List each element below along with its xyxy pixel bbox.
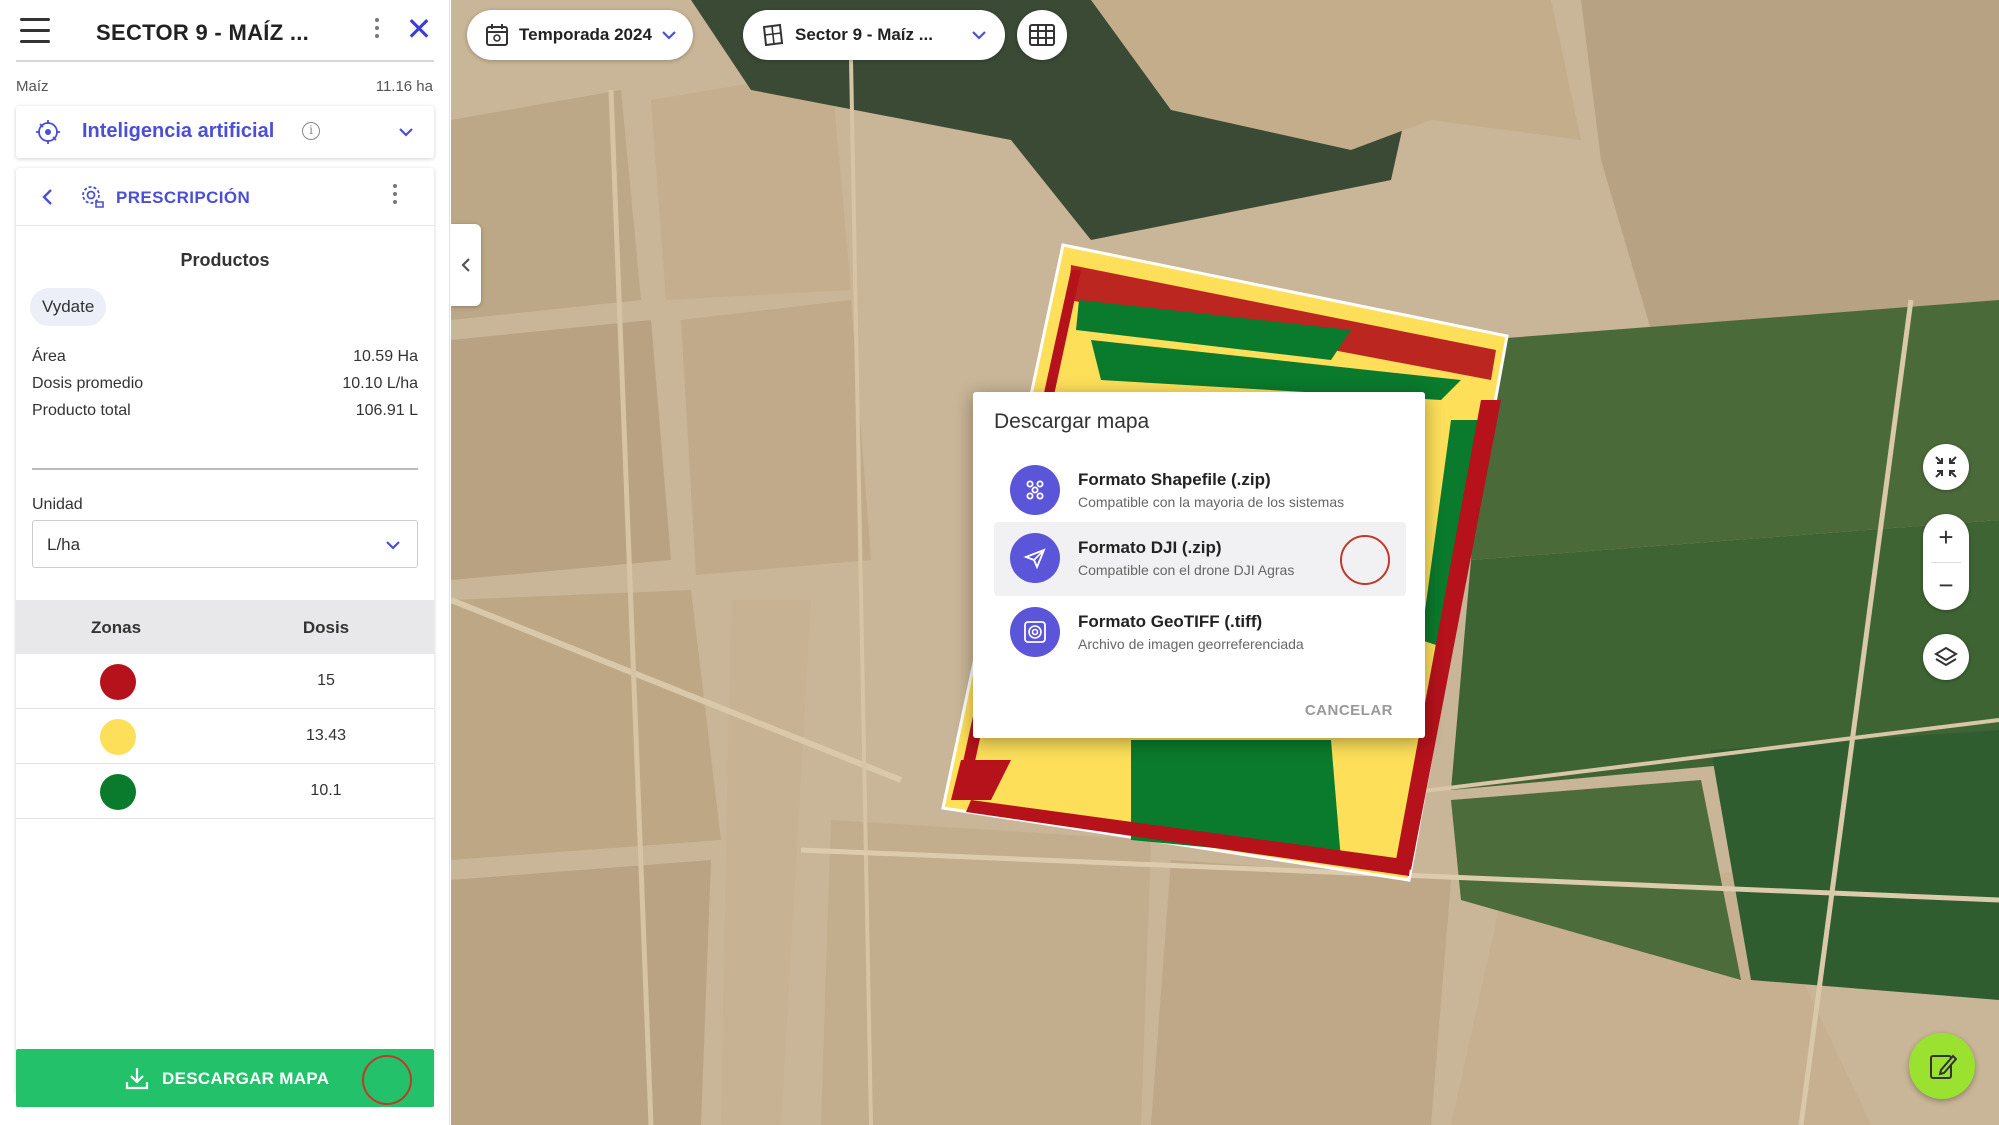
zone-color-green — [100, 774, 136, 810]
crop-name: Maíz — [16, 78, 49, 95]
download-map-dialog: Descargar mapa Formato Shapefile (.zip) … — [973, 392, 1425, 738]
download-icon — [125, 1068, 149, 1090]
stat-value: 106.91 L — [355, 402, 418, 419]
zone-dose: 15 — [317, 672, 335, 689]
field-area: 11.16 ha — [375, 78, 433, 95]
stat-value: 10.10 L/ha — [342, 375, 418, 392]
collapse-panel-button[interactable] — [451, 224, 481, 306]
zone-color-yellow — [100, 719, 136, 755]
dose-column-header: Dosis — [302, 618, 350, 637]
download-map-label: DESCARGAR MAPA — [162, 1069, 330, 1088]
zoom-out-button[interactable]: − — [1923, 562, 1969, 610]
hamburger-menu-icon[interactable] — [20, 18, 50, 44]
header-divider — [16, 60, 434, 62]
stat-value: 10.59 Ha — [353, 348, 418, 365]
back-arrow-icon[interactable] — [38, 186, 58, 208]
chevron-down-icon — [386, 541, 400, 550]
zone-dose: 13.43 — [305, 727, 347, 744]
close-icon[interactable]: ✕ — [404, 13, 434, 48]
option-dji[interactable]: Formato DJI (.zip) Compatible con el dro… — [994, 522, 1406, 596]
shapefile-icon — [1010, 465, 1060, 515]
field-label: Sector 9 - Maíz ... — [795, 25, 933, 44]
fit-bounds-button[interactable] — [1923, 444, 1969, 490]
zone-color-red — [100, 664, 136, 700]
sidebar-panel: SECTOR 9 - MAÍZ ... ✕ Maíz 11.16 ha Inte… — [0, 0, 450, 1125]
geotiff-icon — [1010, 607, 1060, 657]
edit-pencil-icon — [1930, 1054, 1957, 1079]
option-geotiff[interactable]: Formato GeoTIFF (.tiff) Archivo de image… — [994, 596, 1406, 670]
table-grid-icon — [1029, 24, 1055, 46]
table-view-button[interactable] — [1017, 10, 1067, 60]
field-selector[interactable]: Sector 9 - Maíz ... — [743, 10, 1005, 60]
stat-label: Área — [32, 348, 66, 365]
sidebar-header: SECTOR 9 - MAÍZ ... ✕ — [0, 0, 450, 64]
option-title: Formato Shapefile (.zip) — [1078, 470, 1271, 489]
stat-label: Dosis promedio — [32, 375, 144, 392]
option-shapefile[interactable]: Formato Shapefile (.zip) Compatible con … — [994, 454, 1406, 528]
calendar-icon — [486, 24, 508, 46]
click-highlight-ring — [362, 1055, 412, 1105]
table-row: 10.1 — [16, 764, 434, 819]
zoom-in-button[interactable]: + — [1923, 514, 1969, 562]
option-title: Formato DJI (.zip) — [1078, 538, 1222, 557]
collapse-arrows-icon — [1935, 456, 1957, 478]
download-map-button[interactable]: DESCARGAR MAPA — [16, 1049, 434, 1107]
layers-button[interactable] — [1923, 634, 1969, 680]
info-icon[interactable]: i — [302, 122, 320, 140]
more-options-icon[interactable] — [370, 18, 384, 46]
chevron-left-icon — [461, 258, 470, 272]
drone-icon — [1010, 533, 1060, 583]
option-subtitle: Archivo de imagen georreferenciada — [1078, 636, 1304, 652]
zone-dose: 10.1 — [310, 782, 342, 799]
chevron-down-icon — [662, 31, 676, 40]
season-selector[interactable]: Temporada 2024 — [467, 10, 693, 60]
chevron-down-icon — [399, 128, 413, 137]
field-map-icon — [762, 23, 784, 47]
option-subtitle: Compatible con la mayoria de los sistema… — [1078, 494, 1345, 510]
edit-fab-button[interactable] — [1909, 1033, 1975, 1099]
zones-column-header: Zonas — [90, 618, 142, 637]
chevron-down-icon — [972, 31, 986, 40]
prescription-panel: PRESCRIPCIÓN Productos Vydate Área 10.59… — [16, 168, 434, 1093]
ai-section-label: Inteligencia artificial — [82, 120, 275, 142]
option-subtitle: Compatible con el drone DJI Agras — [1078, 562, 1295, 578]
ai-brain-icon — [36, 120, 60, 144]
prescription-label: PRESCRIPCIÓN — [116, 188, 251, 207]
stat-label: Producto total — [32, 402, 131, 419]
unit-select[interactable]: L/ha — [32, 520, 418, 568]
zones-table-header: Zonas Dosis — [16, 600, 434, 654]
table-row: 13.43 — [16, 709, 434, 764]
products-title: Productos — [180, 250, 270, 270]
click-highlight-ring — [1340, 535, 1390, 585]
prescription-options-icon[interactable] — [388, 184, 402, 212]
unit-label: Unidad — [32, 496, 83, 513]
table-row: 15 — [16, 654, 434, 709]
layers-icon — [1934, 646, 1958, 667]
season-label: Temporada 2024 — [519, 25, 652, 44]
prescription-gear-icon — [82, 186, 104, 208]
zoom-control: + − — [1923, 514, 1969, 610]
product-chip[interactable]: Vydate — [30, 288, 107, 326]
unit-select-value: L/ha — [47, 535, 81, 554]
dialog-title: Descargar mapa — [994, 410, 1150, 433]
prescription-header: PRESCRIPCIÓN — [16, 168, 434, 226]
cancel-button[interactable]: CANCELAR — [1305, 702, 1393, 719]
stats-divider — [32, 468, 418, 470]
option-title: Formato GeoTIFF (.tiff) — [1078, 612, 1263, 631]
ai-section-dropdown[interactable]: Inteligencia artificial i — [16, 106, 434, 158]
field-title: SECTOR 9 - MAÍZ ... — [96, 20, 310, 45]
